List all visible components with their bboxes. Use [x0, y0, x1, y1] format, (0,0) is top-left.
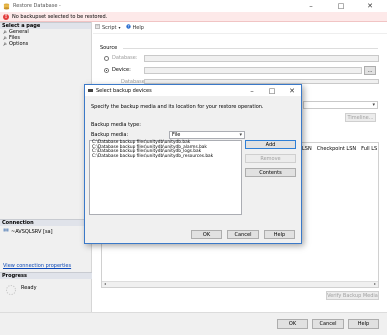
error-banner: ! No backupset selected to be restored.: [0, 12, 387, 22]
dialog-ok-button[interactable]: OK: [191, 230, 222, 239]
select-page-header: Select a page: [0, 22, 91, 29]
timeline-button[interactable]: Timeline...: [345, 113, 376, 122]
dialog-footer: OK Cancel Help: [0, 312, 387, 335]
dialog-close-button[interactable]: ✕: [283, 85, 301, 96]
add-button[interactable]: Add: [245, 140, 296, 149]
page-options-label: Options: [9, 41, 29, 47]
grid-header-full-lsn: Full LS: [361, 146, 378, 152]
source-divider: [123, 48, 378, 49]
error-icon: !: [3, 13, 9, 20]
list-item[interactable]: C:\Database backup files\unitydb\unitydb…: [90, 154, 241, 160]
error-message: No backupset selected to be restored.: [12, 13, 108, 20]
connection-info: ~AVSQLSRV [sa]: [3, 228, 53, 235]
dialog-instruction: Specify the backup media and its locatio…: [91, 104, 264, 110]
select-backup-devices-dialog: Select backup devices – □ ✕ Specify the …: [84, 84, 302, 244]
wrench-icon: [3, 42, 7, 46]
script-icon: [95, 24, 100, 31]
backup-media-label: Backup media:: [91, 132, 129, 138]
device-radio[interactable]: Device:: [104, 67, 131, 73]
svg-text:?: ?: [127, 25, 129, 29]
source-label: Source: [100, 45, 118, 51]
maximize-button[interactable]: □: [330, 0, 352, 12]
cancel-button[interactable]: Cancel: [312, 319, 344, 329]
database-radio-circle: [104, 55, 109, 61]
database-radio[interactable]: Database:: [104, 55, 138, 61]
media-type-select[interactable]: File ▾: [169, 131, 245, 139]
restore-database-icon: [3, 3, 10, 10]
window-title: Restore Database -: [13, 3, 61, 9]
device-radio-circle: [104, 67, 109, 73]
close-button[interactable]: ✕: [359, 0, 381, 12]
dialog-titlebar: Select backup devices – □ ✕: [85, 85, 301, 96]
contents-button[interactable]: Contents: [245, 168, 296, 177]
remove-button[interactable]: Remove: [245, 154, 296, 163]
backup-media-list[interactable]: C:\Database backup files\unitydb\unitydb…: [89, 140, 242, 215]
chevron-down-icon: ▾: [118, 25, 121, 30]
dialog-title: Select backup devices: [96, 87, 152, 94]
dialog-help-button[interactable]: Help: [264, 230, 295, 239]
window-titlebar: Restore Database - – □ ✕: [0, 0, 387, 12]
dialog-minimize-button[interactable]: –: [243, 85, 261, 96]
help-footer-button[interactable]: Help: [348, 319, 379, 329]
media-type-label: Backup media type:: [91, 122, 141, 128]
scroll-right-icon[interactable]: ▸: [374, 281, 376, 286]
target-database-select[interactable]: ▾: [303, 101, 378, 109]
help-icon: ?: [125, 24, 131, 31]
media-type-value: File: [172, 132, 181, 138]
progress-status: Ready: [21, 285, 37, 291]
device-field[interactable]: [144, 67, 362, 74]
browse-devices-button[interactable]: ...: [364, 66, 376, 75]
grid-header-row: LSN Checkpoint LSN Full LS: [302, 146, 377, 152]
minimize-button[interactable]: –: [300, 0, 322, 12]
connection-header: Connection: [0, 219, 92, 226]
help-button[interactable]: ? Help: [125, 24, 144, 31]
scroll-left-icon[interactable]: ◂: [104, 281, 106, 286]
connection-icon: [3, 228, 9, 235]
grid-header-checkpoint-lsn: Checkpoint LSN: [316, 146, 357, 152]
connection-server: ~AVSQLSRV [sa]: [11, 228, 53, 235]
ok-button[interactable]: OK: [277, 319, 308, 329]
progress-spinner-icon: [5, 284, 17, 298]
script-button[interactable]: Script ▾: [95, 24, 121, 31]
wrench-icon: [3, 36, 7, 40]
view-connection-properties-link[interactable]: View connection properties: [3, 263, 71, 269]
dialog-maximize-button[interactable]: □: [263, 85, 281, 96]
toolbar: Script ▾ ? Help: [93, 22, 387, 34]
grid-horizontal-scrollbar[interactable]: ◂ ▸: [102, 281, 378, 287]
device-radio-label: Device:: [112, 67, 131, 73]
help-label: Help: [132, 24, 144, 31]
wrench-icon: [3, 30, 7, 34]
verify-backup-media-button[interactable]: Verify Backup Media: [326, 291, 379, 300]
database-select[interactable]: [144, 55, 379, 62]
script-label: Script: [102, 24, 117, 31]
dialog-app-icon: [88, 89, 93, 92]
database-radio-label: Database:: [112, 55, 138, 61]
grid-header-lsn: LSN: [302, 146, 312, 152]
progress-header: Progress: [0, 272, 92, 279]
chevron-down-icon: ▾: [239, 132, 242, 138]
page-options[interactable]: Options: [0, 41, 91, 47]
left-pane: Select a page General Files Options Conn…: [0, 22, 92, 335]
dialog-cancel-button[interactable]: Cancel: [227, 230, 259, 239]
chevron-down-icon: ▾: [372, 102, 375, 108]
